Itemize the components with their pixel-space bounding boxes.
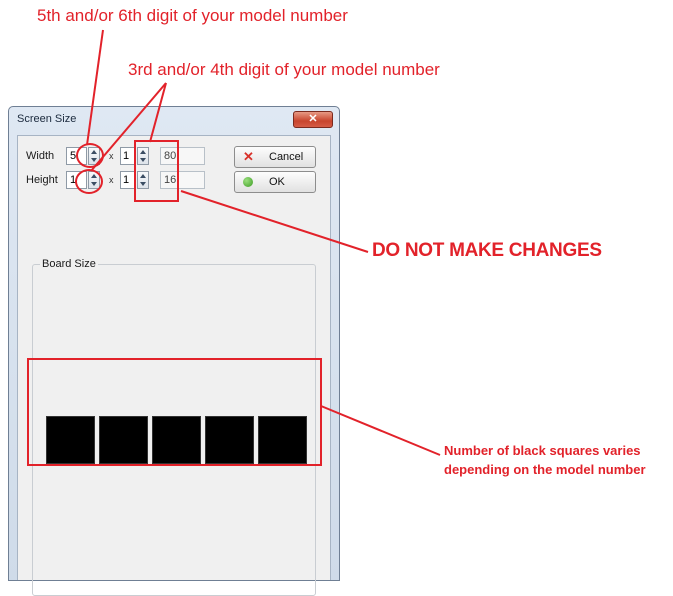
leader-line-squares [320,405,441,456]
annotation-leader-lines [86,29,441,456]
leader-line-5th-digit [86,29,104,146]
leader-line-do-not-change [180,190,369,253]
